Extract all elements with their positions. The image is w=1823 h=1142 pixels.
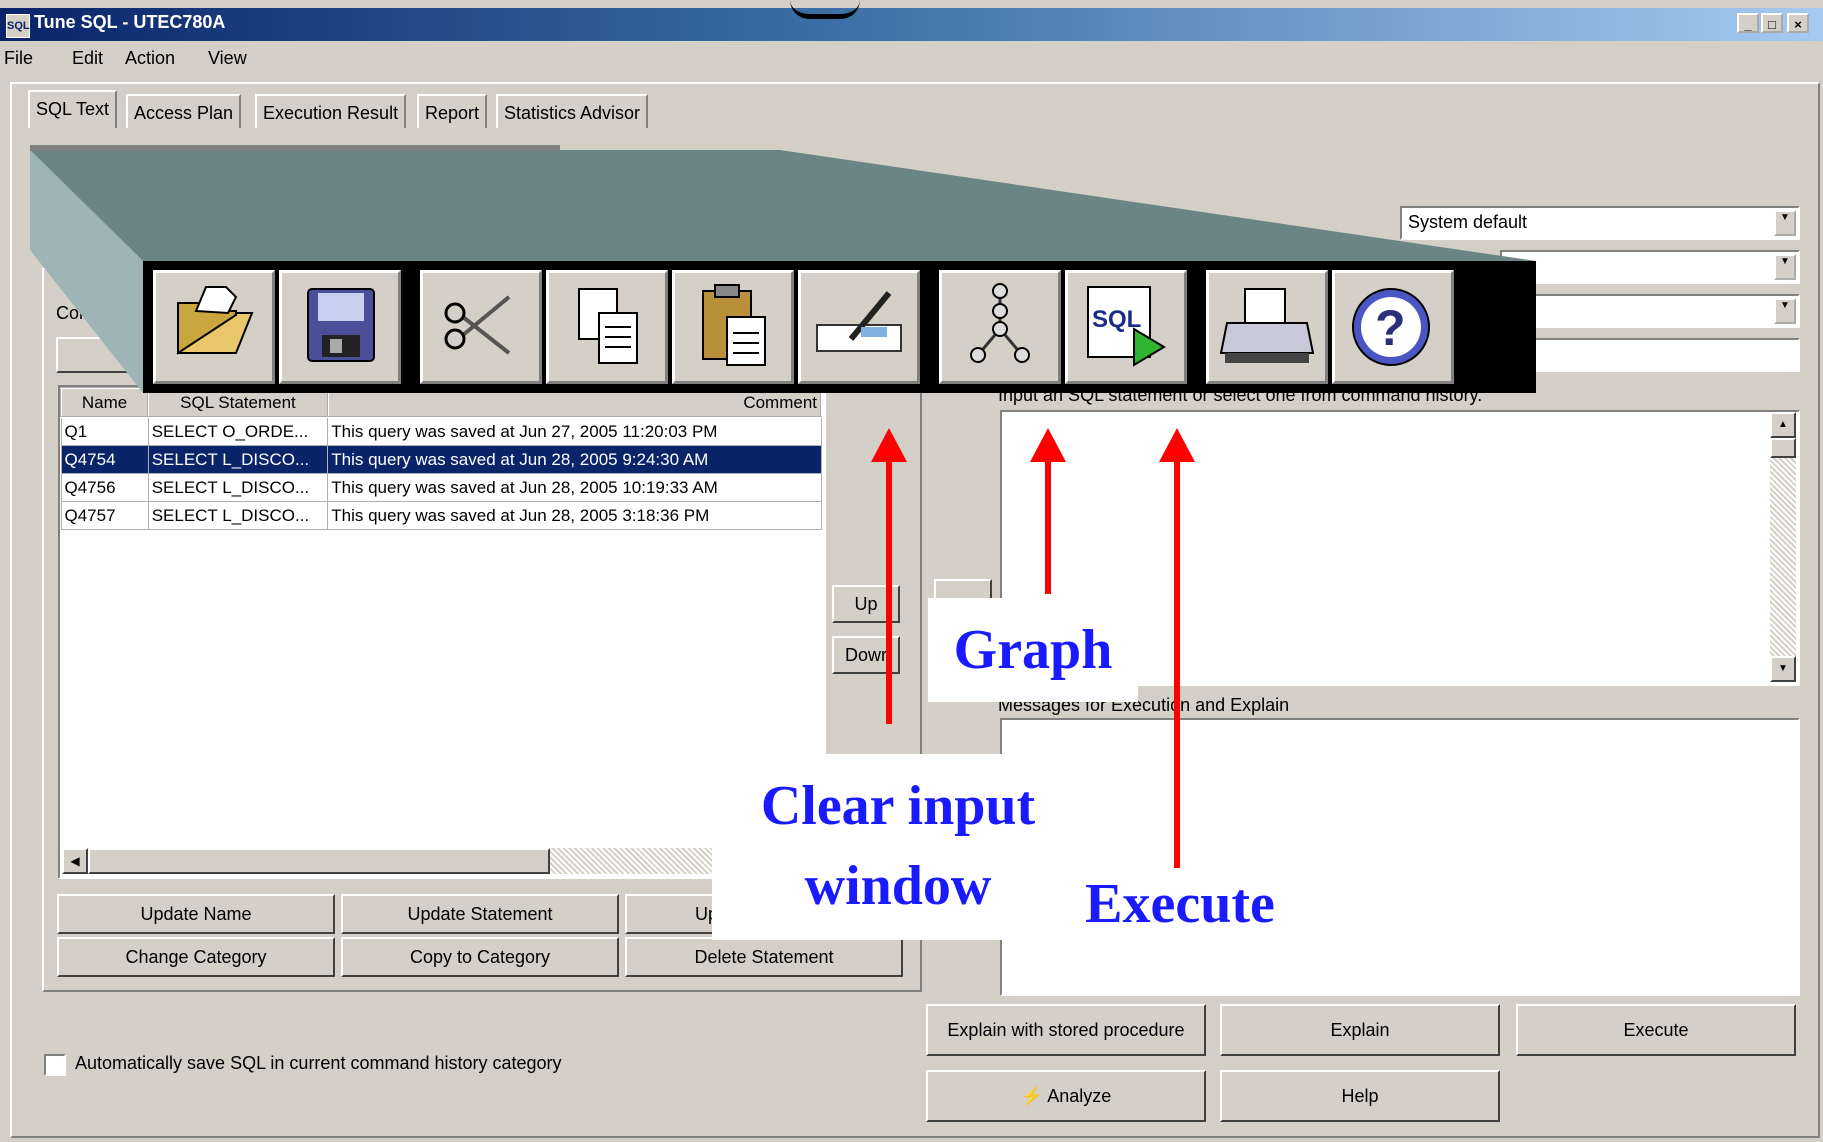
clear-arrow-head bbox=[871, 428, 907, 462]
execute-callout: Execute bbox=[1085, 873, 1275, 935]
graph-icon[interactable] bbox=[939, 270, 1061, 384]
graph-arrow-head bbox=[1030, 428, 1066, 462]
open-folder-icon[interactable] bbox=[153, 270, 275, 384]
magnify-shadow-top bbox=[30, 150, 1536, 261]
execute-sql-icon[interactable]: SQL bbox=[1065, 270, 1187, 384]
svg-text:?: ? bbox=[1375, 300, 1406, 356]
clear-input-icon[interactable] bbox=[798, 270, 920, 384]
help-icon[interactable]: ? bbox=[1332, 270, 1454, 384]
save-disk-icon[interactable] bbox=[279, 270, 401, 384]
graph-callout: Graph bbox=[928, 598, 1138, 702]
cut-scissors-icon[interactable] bbox=[420, 270, 542, 384]
graph-arrow-shaft bbox=[1045, 462, 1051, 594]
clear-callout-line1: Clear input bbox=[760, 775, 1036, 837]
clear-callout-line2: window bbox=[804, 855, 992, 917]
clear-arrow-shaft bbox=[886, 462, 892, 724]
clear-input-callout: Clear input window bbox=[712, 754, 1084, 940]
magnify-shadow bbox=[30, 145, 1536, 393]
paste-icon[interactable] bbox=[672, 270, 794, 384]
execute-arrow-head bbox=[1159, 428, 1195, 462]
copy-icon[interactable] bbox=[546, 270, 668, 384]
print-icon[interactable] bbox=[1206, 270, 1328, 384]
original-toolbar-strip bbox=[30, 145, 560, 151]
magnified-toolbar: SQL ? bbox=[143, 261, 1536, 393]
execute-arrow-shaft bbox=[1174, 462, 1180, 868]
